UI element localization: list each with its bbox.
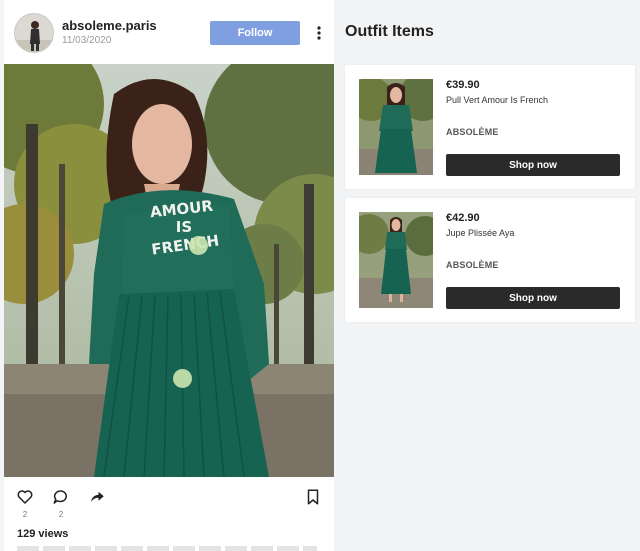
item-price: €42.90	[446, 212, 480, 224]
username[interactable]: absoleme.paris	[62, 18, 157, 33]
heart-icon[interactable]	[16, 488, 34, 506]
outfit-item-thumbnail[interactable]	[359, 212, 433, 308]
outfit-items-title: Outfit Items	[345, 23, 434, 40]
views-count: 129 views	[17, 528, 69, 540]
outfit-item-card: €39.90 Pull Vert Amour Is French ABSOLÈM…	[345, 65, 635, 189]
photo-print-line-2: IS	[176, 218, 192, 236]
more-vertical-icon[interactable]	[314, 25, 324, 41]
post-actions: 2 2	[4, 484, 334, 524]
item-brand: ABSOLÈME	[446, 260, 499, 270]
share-icon[interactable]	[88, 488, 106, 506]
likes-count: 2	[22, 510, 28, 519]
post-card: absoleme.paris 11/03/2020 Follow AMOUR I…	[4, 0, 334, 551]
shop-now-button[interactable]: Shop now	[446, 287, 620, 309]
follow-button[interactable]: Follow	[210, 21, 300, 45]
outfit-item-card: €42.90 Jupe Plissée Aya ABSOLÈME Shop no…	[345, 198, 635, 322]
post-header: absoleme.paris 11/03/2020 Follow	[4, 0, 334, 64]
comment-icon[interactable]	[52, 488, 70, 506]
post-date: 11/03/2020	[62, 35, 112, 46]
comments-count: 2	[58, 510, 64, 519]
outfit-item-thumbnail[interactable]	[359, 79, 433, 175]
hotspot-sweater[interactable]	[189, 236, 208, 255]
item-brand: ABSOLÈME	[446, 127, 499, 137]
post-photo[interactable]: AMOUR IS FRENCH	[4, 64, 334, 477]
item-name[interactable]: Pull Vert Amour Is French	[446, 95, 548, 105]
hotspot-skirt[interactable]	[173, 369, 192, 388]
avatar[interactable]	[14, 13, 54, 53]
item-price: €39.90	[446, 79, 480, 91]
bookmark-icon[interactable]	[304, 488, 322, 506]
caption-preview	[17, 546, 317, 551]
shop-now-button[interactable]: Shop now	[446, 154, 620, 176]
item-name[interactable]: Jupe Plissée Aya	[446, 228, 514, 238]
